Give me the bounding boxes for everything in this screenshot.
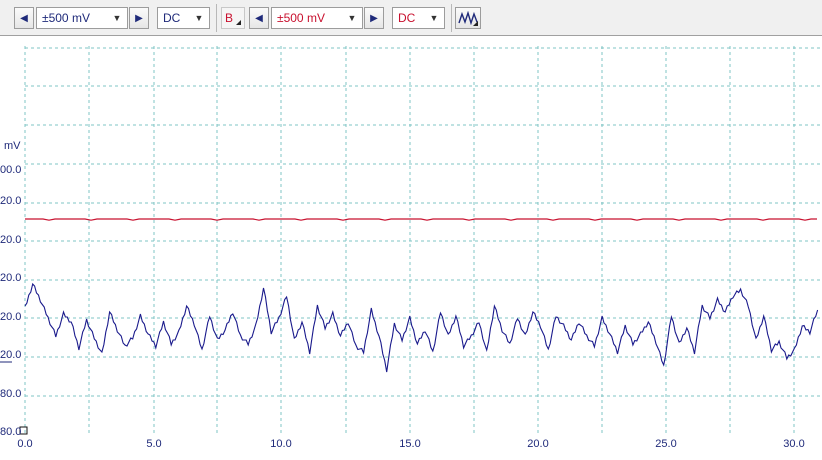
options-corner-icon [236,20,241,25]
scope-plot[interactable] [0,36,822,460]
channel-b-options-button[interactable]: B [221,7,245,29]
y-tick-label: 80.0 [0,426,22,438]
coupling-select-b[interactable]: DC ▼ [392,7,445,29]
chevron-down-icon: ▼ [429,13,439,23]
plot-grid [24,46,822,434]
y-tick-label: 20.0 [0,311,22,323]
range-value-a: ±500 mV [42,11,90,25]
range-select-a[interactable]: ±500 mV ▼ [36,7,128,29]
channel-toolbar: ◀ ±500 mV ▼ ▶ DC ▼ B ◀ ±500 mV ▼ ▶ DC ▼ [0,0,822,36]
y-tick-label: 20.0 [0,272,22,284]
y-axis-unit: mV [4,140,21,152]
chevron-down-icon: ▼ [347,13,357,23]
x-tick-label: 0.0 [17,438,33,450]
triangle-left-icon: ◀ [20,12,28,24]
triangle-left-icon: ◀ [255,12,263,24]
x-tick-label: 20.0 [527,438,549,450]
coupling-value-a: DC [163,11,181,25]
range-value-b: ±500 mV [277,11,325,25]
chevron-down-icon: ▼ [194,13,204,23]
channel-a-trace [24,282,819,373]
toolbar-separator [451,4,452,32]
y-tick-label: 20.0 [0,234,22,246]
chevron-down-icon: ▼ [112,13,122,23]
range-select-b[interactable]: ±500 mV ▼ [271,7,363,29]
y-tick-label: 80.0 [0,388,22,400]
x-tick-label: 15.0 [399,438,421,450]
options-corner-icon [473,21,478,26]
coupling-value-b: DC [398,11,416,25]
trigger-button[interactable] [455,7,481,29]
channel-b-trace [25,218,817,221]
y-tick-label: 20.0 [0,349,22,361]
toolbar-separator [216,4,217,32]
channel-b-label: B [225,11,234,25]
y-tick-label: 00.0 [0,164,22,176]
y-tick-label: 20.0 [0,195,22,207]
coupling-select-a[interactable]: DC ▼ [157,7,210,29]
x-tick-label: 25.0 [655,438,677,450]
range-decrease-button-a[interactable]: ◀ [14,7,34,29]
x-tick-label: 10.0 [270,438,292,450]
range-decrease-button-b[interactable]: ◀ [249,7,269,29]
range-increase-button-a[interactable]: ▶ [129,7,149,29]
x-tick-label: 5.0 [146,438,162,450]
triangle-right-icon: ▶ [135,12,143,24]
triangle-right-icon: ▶ [370,12,378,24]
range-increase-button-b[interactable]: ▶ [364,7,384,29]
x-tick-label: 30.0 [783,438,805,450]
